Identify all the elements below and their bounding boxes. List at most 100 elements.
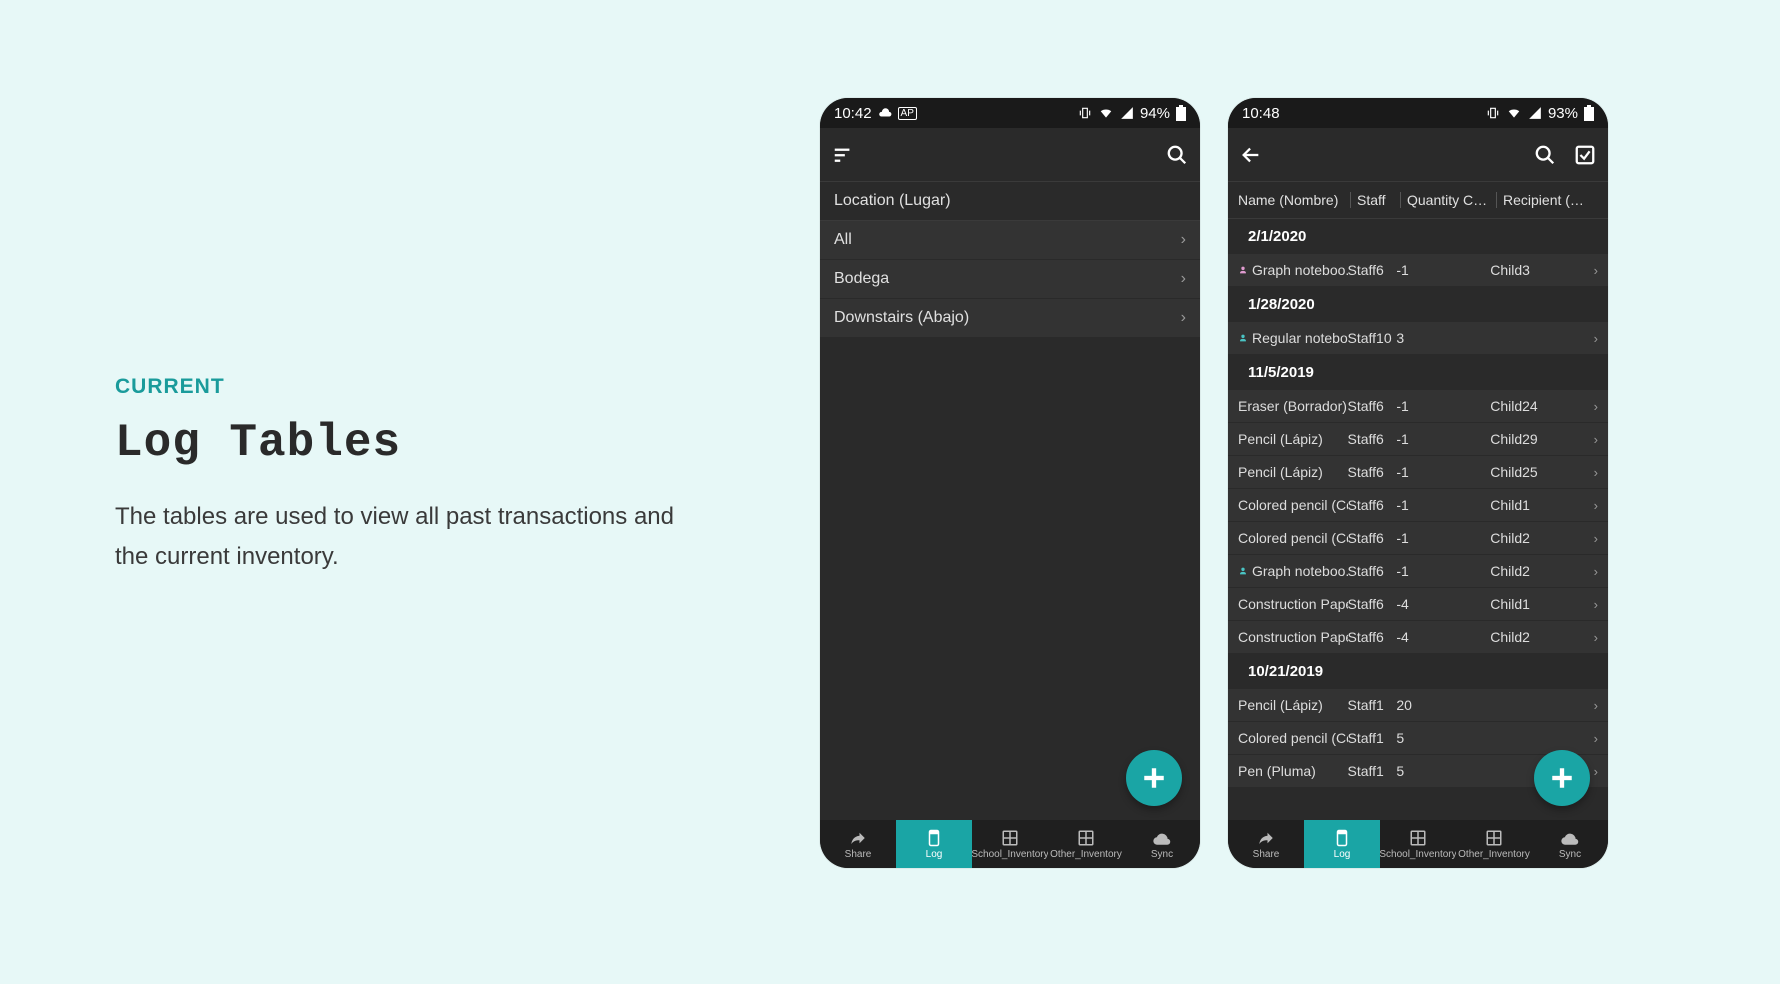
nav-share[interactable]: Share bbox=[1228, 820, 1304, 868]
person-icon bbox=[1238, 333, 1248, 343]
table-row[interactable]: Eraser (Borrador)Staff6-1Child24› bbox=[1228, 390, 1608, 423]
table-row[interactable]: Graph noteboo...Staff6-1Child3› bbox=[1228, 254, 1608, 287]
nav-other_inventory[interactable]: Other_Inventory bbox=[1456, 820, 1532, 868]
cell-recipient: Child2 bbox=[1490, 563, 1588, 579]
location-row[interactable]: Bodega › bbox=[820, 260, 1200, 299]
nav-label: Share bbox=[1253, 849, 1280, 860]
table-row[interactable]: Colored pencil (Co...Staff15› bbox=[1228, 722, 1608, 755]
location-label: All bbox=[834, 231, 852, 249]
location-row[interactable]: All› bbox=[820, 221, 1200, 260]
chevron-right-icon: › bbox=[1588, 698, 1598, 713]
school_inventory-icon bbox=[1409, 829, 1427, 847]
log-icon bbox=[1333, 829, 1351, 847]
cell-staff: Staff6 bbox=[1348, 596, 1397, 612]
add-fab[interactable] bbox=[1534, 750, 1590, 806]
table-row[interactable]: Pencil (Lápiz)Staff120› bbox=[1228, 689, 1608, 722]
cell-quantity: -1 bbox=[1396, 464, 1490, 480]
cell-quantity: 20 bbox=[1396, 697, 1490, 713]
table-row[interactable]: Construction Pape...Staff6-4Child2› bbox=[1228, 621, 1608, 654]
checkbox-icon[interactable] bbox=[1574, 144, 1596, 166]
cell-staff: Staff6 bbox=[1348, 262, 1397, 278]
cell-name: Graph noteboo... bbox=[1238, 262, 1348, 278]
cell-recipient: Child2 bbox=[1490, 629, 1588, 645]
content-area: Name (Nombre) Staff Quantity Cha... Reci… bbox=[1228, 182, 1608, 820]
share-icon bbox=[1257, 829, 1275, 847]
cell-name: Pen (Pluma) bbox=[1238, 763, 1348, 779]
cloud-icon bbox=[878, 106, 892, 120]
cell-quantity: 5 bbox=[1396, 763, 1490, 779]
search-icon[interactable] bbox=[1166, 144, 1188, 166]
log-icon bbox=[925, 829, 943, 847]
location-label: Bodega bbox=[834, 270, 889, 288]
search-icon[interactable] bbox=[1534, 144, 1556, 166]
cell-staff: Staff6 bbox=[1348, 563, 1397, 579]
cell-recipient: Child2 bbox=[1490, 530, 1588, 546]
table-row[interactable]: Graph noteboo...Staff6-1Child2› bbox=[1228, 555, 1608, 588]
table-row[interactable]: Pencil (Lápiz)Staff6-1Child29› bbox=[1228, 423, 1608, 456]
chevron-right-icon: › bbox=[1588, 465, 1598, 480]
nav-log[interactable]: Log bbox=[1304, 820, 1380, 868]
table-row[interactable]: Regular notebo...Staff103› bbox=[1228, 322, 1608, 355]
cell-quantity: -1 bbox=[1396, 398, 1490, 414]
plus-icon bbox=[1141, 765, 1167, 791]
chevron-right-icon: › bbox=[1588, 263, 1598, 278]
date-header: 10/21/2019 bbox=[1228, 654, 1608, 689]
chevron-right-icon: › bbox=[1588, 630, 1598, 645]
nav-label: Other_Inventory bbox=[1050, 849, 1122, 860]
person-icon bbox=[1238, 265, 1248, 275]
status-time: 10:48 bbox=[1242, 105, 1280, 122]
other_inventory-icon bbox=[1485, 829, 1503, 847]
battery-icon bbox=[1176, 105, 1186, 121]
cell-name: Graph noteboo... bbox=[1238, 563, 1348, 579]
col-name: Name (Nombre) bbox=[1238, 192, 1350, 208]
chevron-right-icon: › bbox=[1181, 270, 1186, 288]
cell-quantity: -1 bbox=[1396, 530, 1490, 546]
chevron-right-icon: › bbox=[1588, 498, 1598, 513]
phone-right: 10:48 93% Name (Nombre) Staff Quantity C… bbox=[1228, 98, 1608, 868]
cell-name: Pencil (Lápiz) bbox=[1238, 431, 1348, 447]
cell-staff: Staff6 bbox=[1348, 398, 1397, 414]
nav-sync[interactable]: Sync bbox=[1532, 820, 1608, 868]
content-area: Location (Lugar) All›Bodega›Downstairs (… bbox=[820, 182, 1200, 820]
location-row[interactable]: Downstairs (Abajo)› bbox=[820, 299, 1200, 338]
filter-icon[interactable] bbox=[832, 144, 854, 166]
nav-log[interactable]: Log bbox=[896, 820, 972, 868]
nav-share[interactable]: Share bbox=[820, 820, 896, 868]
nav-sync[interactable]: Sync bbox=[1124, 820, 1200, 868]
cell-name: Construction Pape... bbox=[1238, 629, 1348, 645]
cell-quantity: -4 bbox=[1396, 596, 1490, 612]
sync-icon bbox=[1561, 829, 1579, 847]
table-row[interactable]: Colored pencil (Co...Staff6-1Child2› bbox=[1228, 522, 1608, 555]
cell-name: Regular notebo... bbox=[1238, 330, 1348, 346]
cell-quantity: -4 bbox=[1396, 629, 1490, 645]
cell-recipient: Child1 bbox=[1490, 596, 1588, 612]
location-label: Downstairs (Abajo) bbox=[834, 309, 969, 327]
table-row[interactable]: Pencil (Lápiz)Staff6-1Child25› bbox=[1228, 456, 1608, 489]
cell-quantity: -1 bbox=[1396, 262, 1490, 278]
cell-name: Construction Pape... bbox=[1238, 596, 1348, 612]
chevron-right-icon: › bbox=[1588, 731, 1598, 746]
phone-left: 10:42 AP 94% Location (Lugar) All›Bodega… bbox=[820, 98, 1200, 868]
signal-icon bbox=[1528, 106, 1542, 120]
nav-other_inventory[interactable]: Other_Inventory bbox=[1048, 820, 1124, 868]
page-title: Log Tables bbox=[115, 417, 675, 469]
plus-icon bbox=[1549, 765, 1575, 791]
table-header: Name (Nombre) Staff Quantity Cha... Reci… bbox=[1228, 182, 1608, 219]
cell-quantity: 5 bbox=[1396, 730, 1490, 746]
eyebrow-label: CURRENT bbox=[115, 375, 675, 399]
nav-label: Other_Inventory bbox=[1458, 849, 1530, 860]
cell-staff: Staff6 bbox=[1348, 629, 1397, 645]
table-row[interactable]: Colored pencil (Co...Staff6-1Child1› bbox=[1228, 489, 1608, 522]
cell-quantity: -1 bbox=[1396, 563, 1490, 579]
cell-name: Pencil (Lápiz) bbox=[1238, 697, 1348, 713]
cell-name: Pencil (Lápiz) bbox=[1238, 464, 1348, 480]
status-battery-pct: 94% bbox=[1140, 105, 1170, 122]
cell-staff: Staff1 bbox=[1348, 763, 1397, 779]
add-fab[interactable] bbox=[1126, 750, 1182, 806]
back-icon[interactable] bbox=[1240, 144, 1262, 166]
table-row[interactable]: Construction Pape...Staff6-4Child1› bbox=[1228, 588, 1608, 621]
cell-staff: Staff6 bbox=[1348, 464, 1397, 480]
nav-label: Log bbox=[926, 849, 943, 860]
nav-school_inventory[interactable]: School_Inventory bbox=[1380, 820, 1456, 868]
nav-school_inventory[interactable]: School_Inventory bbox=[972, 820, 1048, 868]
